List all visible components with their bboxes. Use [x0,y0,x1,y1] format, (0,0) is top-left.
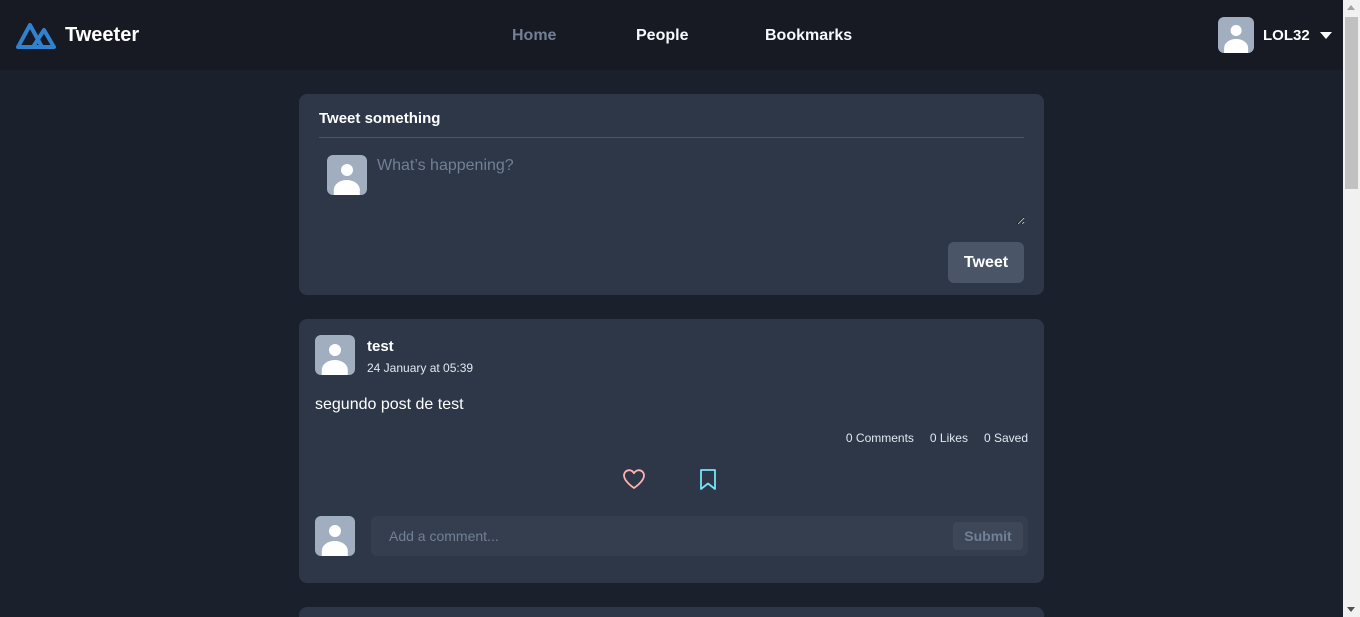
scrollbar[interactable] [1343,0,1360,617]
compose-card: Tweet something Tweet [299,94,1044,295]
comments-count: 0 Comments [845,431,914,445]
comment-box: Submit [371,516,1028,556]
brand[interactable]: Tweeter [15,20,139,50]
likes-count: 0 Likes [929,431,968,445]
comment-submit-button[interactable]: Submit [953,522,1023,550]
user-name: LOL32 [1263,26,1310,44]
nav-link-bookmarks[interactable]: Bookmarks [765,27,852,45]
tweet-input[interactable] [371,151,1025,225]
post-author[interactable]: test [367,338,394,355]
heart-icon[interactable] [622,468,646,490]
avatar [327,155,367,195]
nav-link-home[interactable]: Home [512,27,556,45]
saved-count: 0 Saved [983,431,1028,445]
post-stats: 0 Comments 0 Likes 0 Saved [846,431,1028,445]
avatar [315,516,355,556]
scroll-down-icon[interactable] [1347,607,1355,612]
post-date: 24 January at 05:39 [367,361,474,375]
navbar: Tweeter Home People Bookmarks LOL32 [0,0,1343,70]
scroll-thumb[interactable] [1345,17,1358,189]
post-content: segundo post de test [315,396,464,413]
tweeter-logo-icon [16,23,56,49]
comment-input[interactable] [371,516,951,556]
tweet-button[interactable]: Tweet [948,242,1024,283]
user-menu[interactable]: LOL32 [1218,17,1332,53]
divider [319,137,1024,138]
avatar [1218,17,1254,53]
nav-link-people[interactable]: People [636,27,688,45]
post-card [299,607,1044,617]
chevron-down-icon[interactable] [1319,31,1332,39]
compose-title: Tweet something [319,110,441,127]
bookmark-icon[interactable] [698,468,718,491]
avatar [315,335,355,375]
brand-name: Tweeter [65,23,140,46]
scroll-up-icon[interactable] [1347,5,1355,10]
post-card: test 24 January at 05:39 segundo post de… [299,319,1044,583]
